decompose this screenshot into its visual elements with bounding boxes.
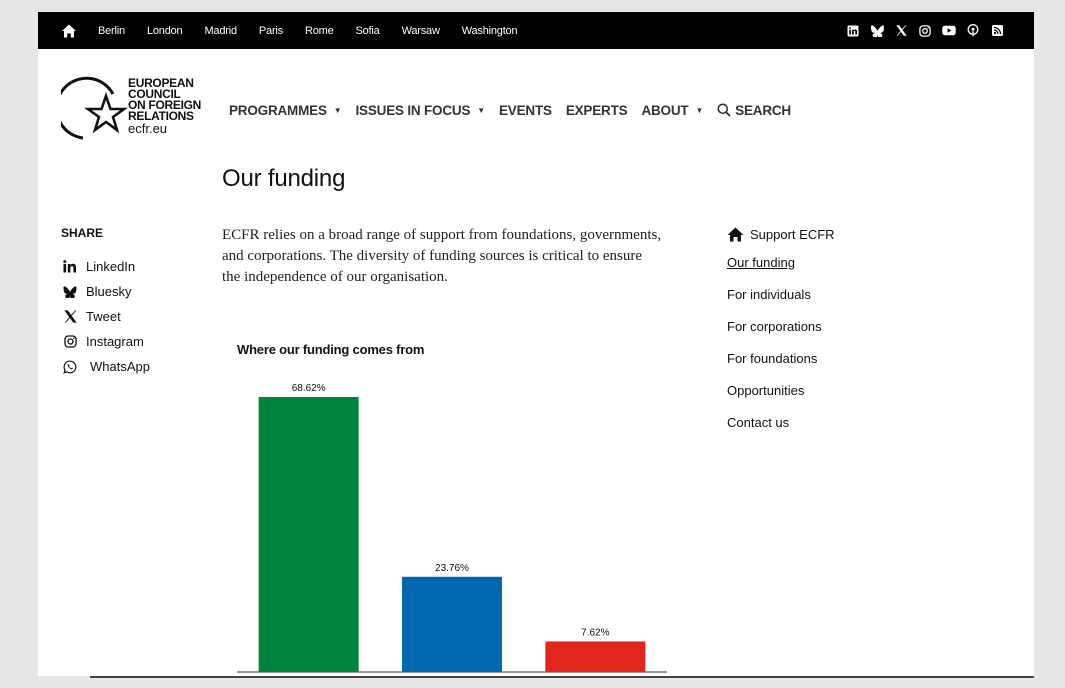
sidenav-item-our-funding[interactable]: Our funding <box>727 255 835 277</box>
page: Berlin London Madrid Paris Rome Sofia Wa… <box>38 12 1034 676</box>
sidenav-support-ecfr[interactable]: Support ECFR <box>727 223 835 245</box>
city-link-madrid[interactable]: Madrid <box>204 25 237 37</box>
nav-experts-label: EXPERTS <box>565 102 628 118</box>
city-link-sofia[interactable]: Sofia <box>356 25 380 37</box>
x-icon <box>61 308 79 326</box>
city-link-warsaw[interactable]: Warsaw <box>402 25 440 37</box>
main-nav: PROGRAMMES ▼ ISSUES IN FOCUS ▼ EVENTS EX… <box>229 100 805 120</box>
bluesky-icon[interactable] <box>870 24 884 38</box>
share-instagram-label: Instagram <box>86 334 144 349</box>
page-title: Our funding <box>222 165 346 192</box>
share-list: LinkedIn Bluesky Tweet Instagram WhatsAp… <box>61 254 150 379</box>
chart-bar-1 <box>402 576 502 672</box>
funding-chart: Where our funding comes from 68.62% Found… <box>233 338 673 676</box>
linkedin-icon <box>61 258 79 276</box>
instagram-icon <box>61 333 79 351</box>
sidenav-item-for-individuals[interactable]: For individuals <box>727 287 835 309</box>
chart-bar-2 <box>545 641 646 672</box>
share-instagram[interactable]: Instagram <box>61 329 150 354</box>
chevron-down-icon: ▼ <box>695 105 704 115</box>
city-link-paris[interactable]: Paris <box>259 25 283 37</box>
x-icon[interactable] <box>894 24 908 38</box>
share-bluesky-label: Bluesky <box>86 284 132 299</box>
ecfr-logo[interactable]: EUROPEAN COUNCIL ON FOREIGN RELATIONS ec… <box>61 72 206 144</box>
nav-about-label: ABOUT <box>641 102 689 118</box>
sidenav-item-contact-us[interactable]: Contact us <box>727 415 835 437</box>
nav-programmes-label: PROGRAMMES <box>229 102 327 118</box>
share-tweet-label: Tweet <box>86 309 121 324</box>
nav-events[interactable]: EVENTS <box>499 103 552 118</box>
instagram-icon[interactable] <box>918 24 932 38</box>
city-link-washington[interactable]: Washington <box>462 25 518 37</box>
sidenav-support-label: Support ECFR <box>750 226 835 242</box>
city-link-london[interactable]: London <box>147 25 183 37</box>
home-icon <box>727 227 744 241</box>
home-icon[interactable] <box>61 23 77 39</box>
sidenav-item-opportunities[interactable]: Opportunities <box>727 383 835 405</box>
bluesky-icon <box>61 283 79 301</box>
linkedin-icon[interactable] <box>846 24 860 38</box>
nav-issues-in-focus[interactable]: ISSUES IN FOCUS ▼ <box>355 103 485 118</box>
chart-data-label-0: 68.62% <box>292 383 326 394</box>
support-sidenav: Support ECFR Our funding For individuals… <box>727 223 835 447</box>
chart-plot: 68.62%Foundations23.76%Governments/Publi… <box>237 383 667 673</box>
star-circle-logo-icon <box>61 76 128 140</box>
chevron-down-icon: ▼ <box>477 105 485 115</box>
share-linkedin[interactable]: LinkedIn <box>61 254 150 279</box>
chevron-down-icon: ▼ <box>333 105 342 115</box>
chart-bar-0 <box>258 397 359 672</box>
chart-data-label-1: 23.76% <box>435 563 469 574</box>
logo-url: ecfr.eu <box>128 121 168 136</box>
share-title: SHARE <box>61 226 104 240</box>
sidenav-item-for-foundations[interactable]: For foundations <box>727 351 835 373</box>
logo-organisation-name: EUROPEAN COUNCIL ON FOREIGN RELATIONS <box>128 76 202 123</box>
share-bluesky[interactable]: Bluesky <box>61 279 150 304</box>
share-linkedin-label: LinkedIn <box>86 259 136 274</box>
whatsapp-icon <box>61 358 79 376</box>
nav-programmes[interactable]: PROGRAMMES ▼ <box>229 102 342 118</box>
bottom-divider <box>90 676 1034 678</box>
youtube-icon[interactable] <box>942 24 956 38</box>
search-icon <box>717 103 731 117</box>
intro-paragraph: ECFR relies on a broad range of support … <box>222 227 662 285</box>
share-whatsapp[interactable]: WhatsApp <box>61 354 150 379</box>
city-links: Berlin London Madrid Paris Rome Sofia Wa… <box>98 12 539 49</box>
top-bar: Berlin London Madrid Paris Rome Sofia Wa… <box>38 12 1034 49</box>
nav-search-label: SEARCH <box>735 102 791 118</box>
nav-experts[interactable]: EXPERTS <box>566 103 628 118</box>
rss-icon[interactable] <box>990 24 1004 38</box>
social-links <box>836 12 1004 49</box>
share-tweet[interactable]: Tweet <box>61 304 150 329</box>
sidenav-item-for-corporations[interactable]: For corporations <box>727 319 835 341</box>
city-link-berlin[interactable]: Berlin <box>98 25 125 37</box>
share-whatsapp-label: WhatsApp <box>90 359 150 374</box>
nav-events-label: EVENTS <box>498 102 552 118</box>
chart-data-label-2: 7.62% <box>581 627 609 638</box>
nav-search[interactable]: SEARCH <box>717 103 791 118</box>
nav-issues-label: ISSUES IN FOCUS <box>355 102 471 118</box>
podcast-icon[interactable] <box>966 24 980 38</box>
nav-about[interactable]: ABOUT ▼ <box>641 103 703 118</box>
city-link-rome[interactable]: Rome <box>305 25 334 37</box>
